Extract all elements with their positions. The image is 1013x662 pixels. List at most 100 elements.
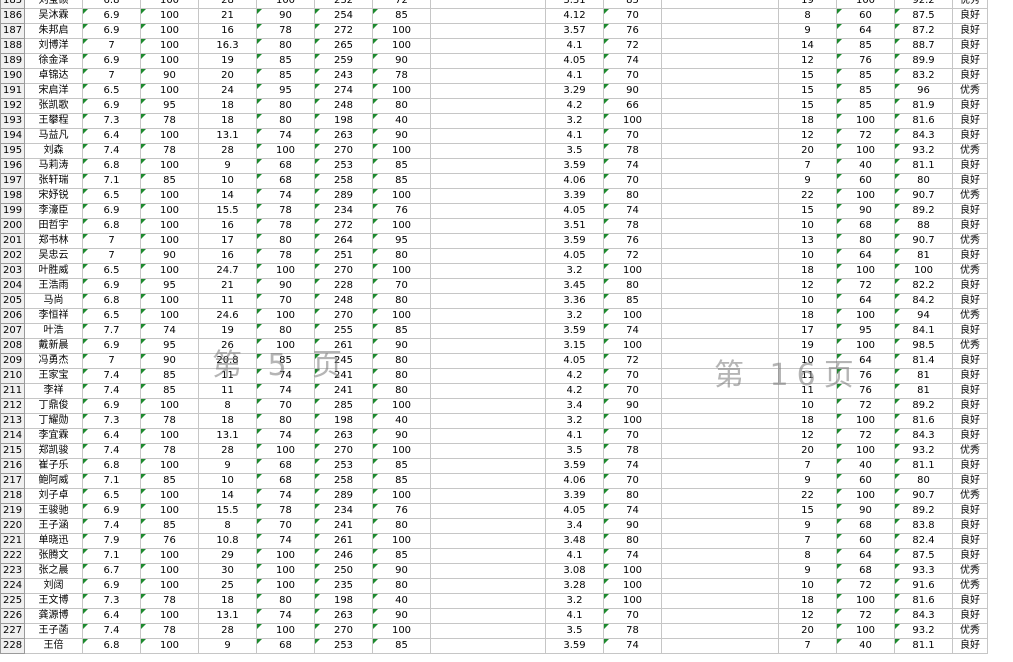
cell[interactable]: 7.4 [82, 383, 141, 399]
cell[interactable]: 良好 [952, 158, 988, 174]
cell-name[interactable]: 朱邦启 [24, 23, 83, 39]
cell[interactable]: 68 [256, 173, 315, 189]
row-header[interactable]: 215 [0, 443, 25, 459]
cell[interactable]: 64 [836, 293, 895, 309]
cell[interactable]: 7 [778, 638, 837, 654]
cell[interactable]: 248 [314, 98, 373, 114]
cell[interactable]: 4.12 [545, 8, 604, 24]
cell[interactable]: 10 [778, 353, 837, 369]
cell[interactable]: 6.8 [82, 638, 141, 654]
cell[interactable] [661, 68, 779, 84]
cell[interactable]: 良好 [952, 293, 988, 309]
cell[interactable]: 80 [256, 113, 315, 129]
cell[interactable]: 4.06 [545, 473, 604, 489]
row-header[interactable]: 213 [0, 413, 25, 429]
cell[interactable]: 18 [198, 98, 257, 114]
cell[interactable]: 78 [603, 623, 662, 639]
cell[interactable]: 25 [198, 578, 257, 594]
cell[interactable]: 21 [198, 8, 257, 24]
cell[interactable]: 80 [603, 278, 662, 294]
cell[interactable]: 良好 [952, 428, 988, 444]
cell[interactable] [661, 503, 779, 519]
cell[interactable]: 85 [140, 383, 199, 399]
cell[interactable] [661, 518, 779, 534]
cell[interactable] [430, 53, 546, 69]
cell[interactable] [430, 518, 546, 534]
cell[interactable]: 7.9 [82, 533, 141, 549]
cell[interactable]: 良好 [952, 68, 988, 84]
cell[interactable]: 72 [836, 608, 895, 624]
cell[interactable]: 100 [140, 53, 199, 69]
cell[interactable] [661, 548, 779, 564]
cell[interactable]: 29 [198, 548, 257, 564]
cell[interactable] [661, 143, 779, 159]
cell[interactable] [430, 428, 546, 444]
row-header[interactable]: 227 [0, 623, 25, 639]
cell[interactable]: 259 [314, 53, 373, 69]
row-header[interactable]: 194 [0, 128, 25, 144]
cell[interactable]: 12 [778, 278, 837, 294]
cell[interactable]: 264 [314, 233, 373, 249]
cell[interactable]: 8 [778, 548, 837, 564]
cell[interactable]: 6.5 [82, 308, 141, 324]
cell[interactable]: 6.4 [82, 608, 141, 624]
cell[interactable]: 80 [256, 413, 315, 429]
cell[interactable] [430, 38, 546, 54]
cell[interactable]: 100 [256, 443, 315, 459]
cell[interactable]: 3.59 [545, 233, 604, 249]
cell[interactable]: 78 [372, 68, 431, 84]
row-header[interactable]: 195 [0, 143, 25, 159]
cell[interactable]: 80 [372, 353, 431, 369]
cell[interactable]: 90 [603, 398, 662, 414]
cell[interactable] [661, 113, 779, 129]
row-header[interactable]: 197 [0, 173, 25, 189]
cell[interactable]: 7.4 [82, 368, 141, 384]
cell[interactable]: 95 [256, 83, 315, 99]
cell[interactable] [430, 248, 546, 264]
cell[interactable]: 74 [256, 428, 315, 444]
row-header[interactable]: 218 [0, 488, 25, 504]
cell[interactable]: 84.3 [894, 128, 953, 144]
cell[interactable]: 100 [140, 158, 199, 174]
cell[interactable]: 90 [256, 8, 315, 24]
cell[interactable]: 274 [314, 83, 373, 99]
cell[interactable]: 78 [256, 23, 315, 39]
cell[interactable]: 100 [140, 128, 199, 144]
cell[interactable]: 100 [140, 83, 199, 99]
cell[interactable]: 6.9 [82, 53, 141, 69]
cell[interactable]: 3.31 [545, 0, 604, 9]
cell[interactable]: 良好 [952, 518, 988, 534]
cell[interactable]: 265 [314, 38, 373, 54]
cell[interactable]: 6.5 [82, 188, 141, 204]
cell[interactable]: 70 [603, 473, 662, 489]
cell[interactable]: 234 [314, 503, 373, 519]
row-header[interactable]: 202 [0, 248, 25, 264]
cell[interactable]: 74 [256, 608, 315, 624]
cell[interactable]: 6.5 [82, 488, 141, 504]
cell[interactable]: 100 [140, 488, 199, 504]
cell[interactable]: 19 [778, 338, 837, 354]
cell[interactable]: 78 [140, 413, 199, 429]
cell[interactable]: 81.4 [894, 353, 953, 369]
cell[interactable]: 7.4 [82, 623, 141, 639]
cell[interactable]: 235 [314, 578, 373, 594]
cell[interactable]: 10 [198, 473, 257, 489]
cell[interactable]: 13 [778, 233, 837, 249]
cell[interactable]: 10 [778, 398, 837, 414]
cell[interactable]: 100 [140, 8, 199, 24]
cell[interactable]: 100 [140, 188, 199, 204]
cell[interactable]: 81.6 [894, 113, 953, 129]
cell[interactable]: 100 [140, 23, 199, 39]
cell[interactable]: 90.7 [894, 188, 953, 204]
cell[interactable]: 198 [314, 413, 373, 429]
cell[interactable]: 70 [603, 8, 662, 24]
row-header[interactable]: 201 [0, 233, 25, 249]
cell[interactable]: 100 [140, 203, 199, 219]
cell[interactable]: 7.3 [82, 413, 141, 429]
cell[interactable]: 良好 [952, 473, 988, 489]
cell[interactable]: 270 [314, 308, 373, 324]
cell[interactable]: 261 [314, 533, 373, 549]
row-header[interactable]: 200 [0, 218, 25, 234]
cell[interactable]: 4.05 [545, 503, 604, 519]
cell[interactable]: 89.2 [894, 503, 953, 519]
